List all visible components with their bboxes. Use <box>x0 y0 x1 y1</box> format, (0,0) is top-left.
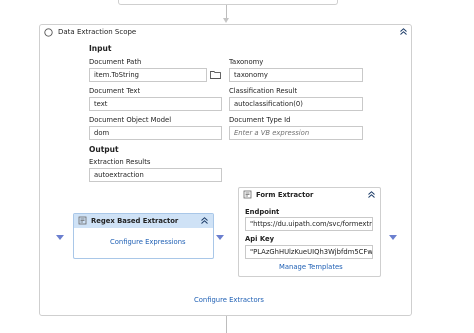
scope-status-icon <box>44 28 53 37</box>
document-text-label: Document Text <box>89 87 141 95</box>
document-object-model-label: Document Object Model <box>89 116 172 124</box>
classification-result-label: Classification Result <box>229 87 298 95</box>
extraction-results-field[interactable]: autoextraction <box>89 168 222 182</box>
expand-triangle-icon[interactable] <box>389 235 397 240</box>
connector-arrow-top <box>223 18 229 23</box>
extraction-results-label: Extraction Results <box>89 158 151 166</box>
form-extractor-title: Form Extractor <box>256 191 314 199</box>
taxonomy-label: Taxonomy <box>229 58 264 66</box>
configure-expressions-link[interactable]: Configure Expressions <box>110 238 186 246</box>
form-extractor-card[interactable]: Form Extractor Endpoint "https://du.uipa… <box>238 187 381 277</box>
endpoint-label: Endpoint <box>245 208 280 216</box>
folder-icon[interactable] <box>209 68 222 81</box>
output-section-label: Output <box>89 145 119 154</box>
input-section-label: Input <box>89 44 112 53</box>
endpoint-field[interactable]: "https://du.uipath.com/svc/formextra <box>245 217 373 231</box>
api-key-field[interactable]: "PLAzGhHUlzKueUIQh3Wjbfdm5CFw/ <box>245 245 373 259</box>
expand-triangle-icon[interactable] <box>56 235 64 240</box>
configure-extractors-link[interactable]: Configure Extractors <box>194 296 264 304</box>
collapse-chevron-icon[interactable] <box>367 190 376 201</box>
taxonomy-field[interactable]: taxonomy <box>229 68 363 82</box>
regex-extractor-title: Regex Based Extractor <box>91 217 179 225</box>
document-path-field[interactable]: item.ToString <box>89 68 207 82</box>
data-extraction-scope[interactable]: Data Extraction Scope Input Document Pat… <box>39 24 412 316</box>
document-object-model-field[interactable]: dom <box>89 126 222 140</box>
form-extractor-header: Form Extractor <box>239 188 380 202</box>
expand-triangle-icon[interactable] <box>216 235 224 240</box>
regex-extractor-card[interactable]: Regex Based Extractor Configure Expressi… <box>73 213 214 259</box>
connector-line-bottom <box>226 316 227 333</box>
regex-extractor-icon <box>78 216 87 227</box>
document-path-label: Document Path <box>89 58 142 66</box>
collapse-chevron-icon[interactable] <box>399 27 408 39</box>
manage-templates-link[interactable]: Manage Templates <box>279 263 343 271</box>
previous-activity-box[interactable] <box>118 0 338 5</box>
api-key-label: Api Key <box>245 235 275 243</box>
document-type-id-field[interactable]: Enter a VB expression <box>229 126 363 140</box>
classification-result-field[interactable]: autoclassification(0) <box>229 97 363 111</box>
scope-title: Data Extraction Scope <box>58 28 137 36</box>
connector-line-top <box>226 5 227 19</box>
document-text-field[interactable]: text <box>89 97 222 111</box>
document-type-id-label: Document Type Id <box>229 116 291 124</box>
regex-extractor-header: Regex Based Extractor <box>74 214 213 228</box>
form-extractor-icon <box>243 190 252 201</box>
collapse-chevron-icon[interactable] <box>200 216 209 227</box>
